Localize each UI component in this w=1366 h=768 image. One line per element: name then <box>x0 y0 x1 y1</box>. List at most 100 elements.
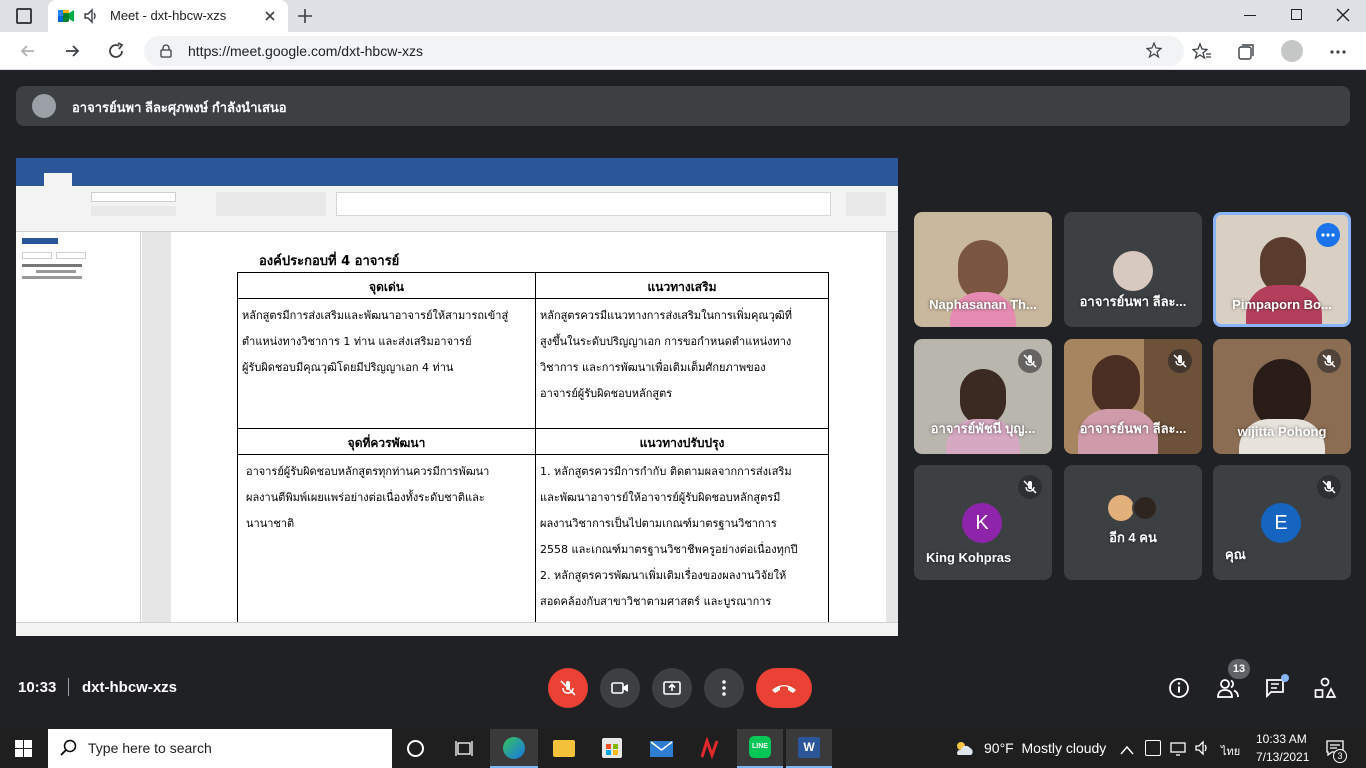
more-menu-icon[interactable] <box>1328 42 1348 62</box>
meet-stage: อาจารย์นพา ลีละศุภพงษ์ กำลังนำเสนอ องค์ป <box>0 71 1366 729</box>
tab-title: Meet - dxt-hbcw-xzs <box>110 8 227 23</box>
table-header-cell: จุดที่ควรพัฒนา <box>237 428 536 455</box>
participant-tile[interactable]: K King Kohpras <box>914 465 1052 580</box>
shared-screen[interactable]: องค์ประกอบที่ 4 อาจารย์ จุดเด่น แนวทางเส… <box>16 158 898 636</box>
more-options-icon[interactable] <box>1316 223 1340 247</box>
muted-mic-icon <box>1317 349 1341 373</box>
new-tab-icon[interactable] <box>296 7 314 25</box>
participant-name: Naphasanan Th... <box>929 297 1037 312</box>
participant-name: อาจารย์พัชนี บุญ... <box>930 421 1036 436</box>
participant-initial-avatar: K <box>962 503 1002 543</box>
table-header-cell: แนวทางปรับปรุง <box>535 428 829 455</box>
lock-icon[interactable] <box>160 44 172 58</box>
muted-mic-icon <box>1317 475 1341 499</box>
mic-toggle-button[interactable] <box>548 668 588 708</box>
task-view-icon[interactable] <box>455 740 473 757</box>
clock-time[interactable]: 10:33 AM <box>1256 732 1307 746</box>
word-app-icon[interactable]: W <box>786 729 832 768</box>
weather-icon[interactable] <box>953 740 975 756</box>
word-page: องค์ประกอบที่ 4 อาจารย์ จุดเด่น แนวทางเส… <box>171 232 886 622</box>
participant-tile[interactable]: Pimpaporn Bo... <box>1213 212 1351 327</box>
table-cell: อาจารย์ผู้รับผิดชอบหลักสูตรทุกท่านควรมีก… <box>237 454 536 622</box>
presenter-banner: อาจารย์นพา ลีละศุภพงษ์ กำลังนำเสนอ <box>16 86 1350 126</box>
profile-avatar[interactable] <box>1281 40 1303 62</box>
participant-tile[interactable]: Naphasanan Th... <box>914 212 1052 327</box>
browser-tab[interactable]: Meet - dxt-hbcw-xzs <box>48 0 288 32</box>
url-text: https://meet.google.com/dxt-hbcw-xzs <box>188 43 423 59</box>
notification-count-badge: 3 <box>1333 749 1347 763</box>
participant-photo <box>1132 495 1158 521</box>
back-icon[interactable] <box>18 41 38 61</box>
tray-app-icon[interactable] <box>1145 740 1161 756</box>
end-call-button[interactable] <box>756 668 812 708</box>
table-cell: 1. หลักสูตรควรมีการกำกับ ติดตามผลจากการส… <box>535 454 829 622</box>
present-button[interactable] <box>652 668 692 708</box>
participant-tile[interactable]: อาจารย์นพา ลีละ... <box>1064 339 1202 454</box>
mail-icon[interactable] <box>650 741 673 757</box>
people-icon[interactable] <box>1216 677 1240 699</box>
participant-tile[interactable]: wijitta Pohong <box>1213 339 1351 454</box>
weather-text[interactable]: 90°F Mostly cloudy <box>984 740 1106 756</box>
browser-tab-bar: Meet - dxt-hbcw-xzs <box>0 0 1366 32</box>
more-participants-label: อีก 4 คน <box>1109 530 1157 545</box>
others-tile[interactable]: อีก 4 คน <box>1064 465 1202 580</box>
windows-taskbar: Type here to search LINE W 90°F Mostly c… <box>0 729 1366 768</box>
taskbar-search-box[interactable]: Type here to search <box>48 729 392 768</box>
add-favorite-icon[interactable] <box>1145 41 1164 60</box>
muted-mic-icon <box>1018 349 1042 373</box>
meeting-code: dxt-hbcw-xzs <box>82 679 178 696</box>
word-title-bar <box>16 158 898 173</box>
clock-date[interactable]: 7/13/2021 <box>1256 750 1309 764</box>
participant-name: wijitta Pohong <box>1237 424 1327 439</box>
collections-icon[interactable] <box>1236 42 1256 62</box>
participant-name: อาจารย์นพา ลีละ... <box>1079 421 1187 436</box>
meeting-details-icon[interactable] <box>1168 677 1190 699</box>
self-initial-avatar: E <box>1261 503 1301 543</box>
restore-icon[interactable] <box>1291 9 1302 20</box>
more-options-button[interactable] <box>704 668 744 708</box>
minimize-icon[interactable] <box>1244 15 1256 16</box>
participant-tile[interactable]: อาจารย์พัชนี บุญ... <box>914 339 1052 454</box>
camera-toggle-button[interactable] <box>600 668 640 708</box>
window-close-icon[interactable] <box>1336 8 1350 22</box>
word-ribbon-tabs <box>16 173 898 186</box>
cortana-icon[interactable] <box>407 740 424 757</box>
participant-name: อาจารย์นพา ลีละ... <box>1079 294 1187 309</box>
close-tab-icon[interactable] <box>262 8 278 24</box>
table-row: จุดเด่น แนวทางเสริม <box>237 272 829 299</box>
address-bar[interactable]: https://meet.google.com/dxt-hbcw-xzs <box>144 36 1184 66</box>
tab-actions-icon[interactable] <box>16 8 32 24</box>
table-header-cell: จุดเด่น <box>237 272 536 299</box>
browser-toolbar: https://meet.google.com/dxt-hbcw-xzs <box>0 32 1366 70</box>
line-app-icon[interactable]: LINE <box>737 729 783 768</box>
speaker-icon[interactable] <box>82 7 100 25</box>
volume-icon[interactable] <box>1194 740 1210 756</box>
file-explorer-icon[interactable] <box>553 740 575 757</box>
word-ribbon <box>16 186 898 232</box>
search-icon <box>60 739 78 757</box>
input-language[interactable]: ไทย <box>1221 742 1240 760</box>
presenter-avatar <box>32 94 56 118</box>
participant-photo <box>1108 495 1134 521</box>
muted-mic-icon <box>1168 349 1192 373</box>
meeting-time: 10:33 <box>18 679 57 696</box>
participant-name: Pimpaporn Bo... <box>1232 297 1332 312</box>
self-tile[interactable]: E คุณ <box>1213 465 1351 580</box>
windows-start-icon[interactable] <box>15 740 32 757</box>
doc-heading: องค์ประกอบที่ 4 อาจารย์ <box>259 254 400 269</box>
reload-icon[interactable] <box>106 41 126 61</box>
doc-table: จุดเด่น แนวทางเสริม หลักสูตรมีการส่งเสริ… <box>237 272 829 622</box>
store-icon[interactable] <box>602 738 622 758</box>
app-n-icon[interactable] <box>698 736 722 761</box>
participant-tile[interactable]: อาจารย์นพา ลีละ... <box>1064 212 1202 327</box>
network-icon[interactable] <box>1170 740 1186 756</box>
activities-icon[interactable] <box>1313 677 1337 699</box>
favorites-icon[interactable] <box>1191 42 1212 62</box>
table-row: จุดที่ควรพัฒนา แนวทางปรับปรุง <box>237 428 829 455</box>
search-placeholder: Type here to search <box>88 740 212 756</box>
forward-icon[interactable] <box>62 41 82 61</box>
meet-favicon-icon <box>58 8 74 24</box>
show-hidden-icons[interactable] <box>1120 742 1134 755</box>
edge-app-icon[interactable] <box>490 729 538 768</box>
table-cell: หลักสูตรควรมีแนวทางการส่งเสริมในการเพิ่ม… <box>535 298 829 429</box>
